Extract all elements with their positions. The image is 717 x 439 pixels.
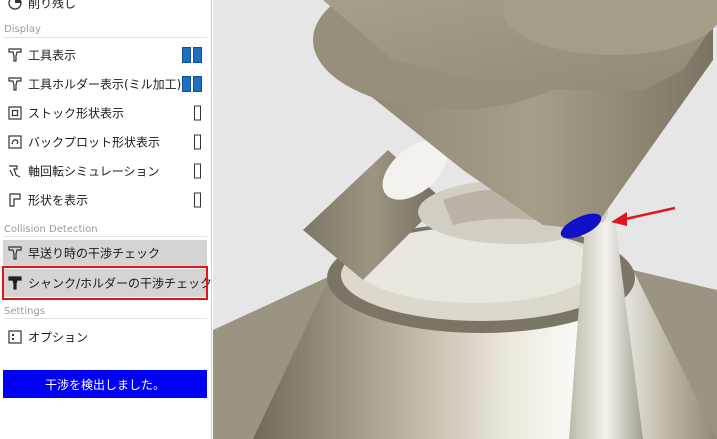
display-item-label: バックプロット形状表示	[28, 135, 161, 150]
section-separator	[4, 318, 207, 319]
toggle-on-button[interactable]	[182, 76, 202, 92]
display-item-label: ストック形状表示	[28, 106, 125, 121]
axis-rotation-icon	[9, 165, 21, 178]
toggle-on-button[interactable]	[182, 47, 202, 63]
backplot-icon	[8, 135, 22, 149]
section-display-title: Display	[4, 24, 41, 35]
highlight-outline	[2, 266, 208, 300]
display-item-stock[interactable]: ストック形状表示	[0, 99, 211, 127]
display-item-label: 軸回転シミュレーション	[28, 164, 160, 179]
restmaterial-icon	[8, 0, 22, 10]
section-separator	[4, 236, 207, 237]
toggle-off-button[interactable]	[194, 105, 201, 121]
display-item-backplot[interactable]: バックプロット形状表示	[0, 128, 211, 156]
section-separator	[4, 37, 207, 38]
display-item-label: 形状を表示	[28, 193, 89, 208]
section-settings-title: Settings	[4, 306, 46, 317]
simulation-panel: 削り残し Display 工具表示 工具ホルダー表示(ミル加工) ストック形状表…	[0, 0, 212, 439]
rest-material-item[interactable]: 削り残し	[0, 0, 211, 17]
3d-viewport[interactable]	[213, 0, 717, 439]
rapid-check-icon	[8, 246, 22, 260]
settings-item-label: オプション	[28, 330, 89, 345]
options-icon	[8, 330, 22, 344]
display-item-label: 工具表示	[28, 48, 77, 63]
tool-holder-icon	[8, 77, 22, 91]
display-item-label: 工具ホルダー表示(ミル加工)	[28, 77, 182, 92]
toggle-off-button[interactable]	[194, 192, 201, 208]
collision-status-banner: 干渉を検出しました。	[3, 370, 207, 398]
settings-item-options[interactable]: オプション	[0, 323, 211, 351]
tool-icon	[8, 48, 22, 62]
display-item-tool-holder[interactable]: 工具ホルダー表示(ミル加工)	[0, 70, 211, 98]
display-item-tool[interactable]: 工具表示	[0, 41, 211, 69]
section-collision-title: Collision Detection	[4, 224, 98, 235]
display-item-axis-rotation[interactable]: 軸回転シミュレーション	[0, 157, 211, 185]
display-item-shape[interactable]: 形状を表示	[0, 186, 211, 214]
stock-icon	[8, 106, 22, 120]
toggle-off-button[interactable]	[194, 163, 201, 179]
collision-item-label: 早送り時の干渉チェック	[28, 246, 161, 261]
toggle-off-button[interactable]	[194, 134, 201, 150]
shape-icon	[9, 193, 21, 207]
collision-item-rapid[interactable]: 早送り時の干渉チェック	[3, 240, 207, 266]
rest-material-label: 削り残し	[28, 0, 77, 11]
panel-divider[interactable]	[211, 0, 212, 439]
